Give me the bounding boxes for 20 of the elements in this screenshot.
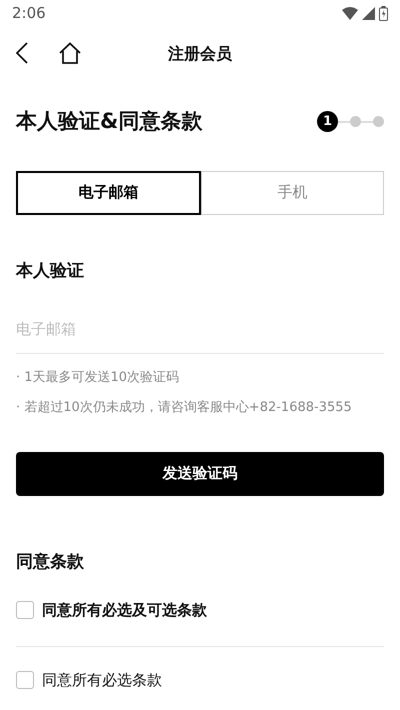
note-text: · 1天最多可发送10次验证码 — [16, 368, 180, 386]
step-indicator: 1 — [317, 111, 338, 132]
battery-icon — [379, 6, 388, 20]
section-heading: 同意条款 — [16, 550, 85, 574]
signal-icon — [362, 6, 375, 20]
checkbox-label: 同意所有必选条款 — [42, 670, 162, 690]
checkbox[interactable] — [16, 670, 34, 689]
header-title: 注册会员 — [168, 43, 232, 65]
page-title: 本人验证&同意条款 — [16, 108, 202, 135]
send-code-button[interactable]: 发送验证码 — [16, 452, 384, 496]
checkbox[interactable] — [16, 601, 34, 620]
status-time: 2:06 — [12, 2, 46, 24]
back-icon[interactable] — [16, 42, 28, 64]
tab[interactable]: 手机 — [201, 170, 384, 214]
wifi-icon — [342, 6, 358, 20]
home-icon[interactable] — [58, 42, 82, 64]
section-heading: 本人验证 — [16, 260, 85, 282]
tab[interactable]: 电子邮箱 — [16, 170, 201, 214]
checkbox-label: 同意所有必选及可选条款 — [42, 600, 207, 621]
note-text: · 若超过10次仍未成功，请咨询客服中心+82-1688-3555 — [16, 399, 353, 417]
